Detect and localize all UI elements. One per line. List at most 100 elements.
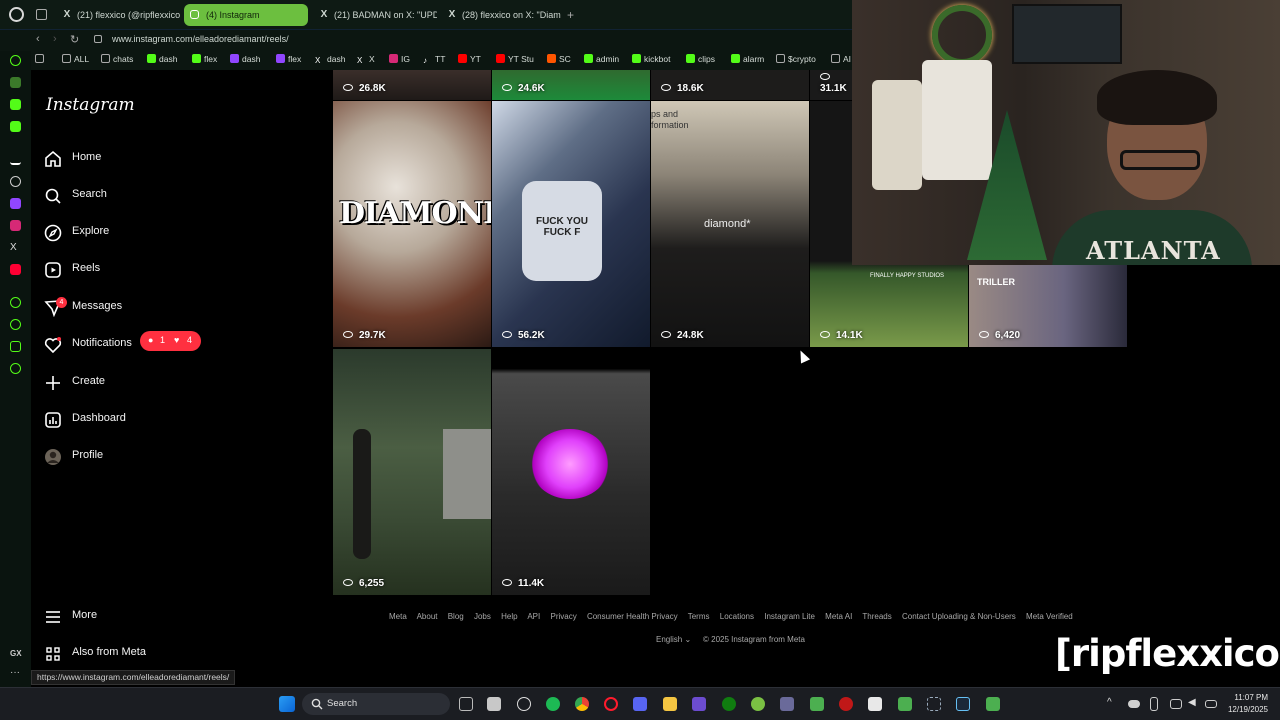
bookmark-ig[interactable]: IG — [389, 54, 410, 64]
notification-bubble[interactable]: ● 1 ♥ 4 — [140, 331, 201, 351]
bookmark-chats[interactable]: chats — [101, 54, 133, 64]
task-view-icon[interactable] — [459, 697, 473, 711]
twitch-icon[interactable] — [10, 198, 21, 209]
bookmark-crypto[interactable]: $crypto — [776, 54, 816, 64]
footer-link[interactable]: Contact Uploading & Non-Users — [902, 612, 1016, 621]
nav-search[interactable]: Search — [44, 185, 244, 207]
reel-tile[interactable]: 24.6K — [492, 70, 650, 100]
nav-home[interactable]: Home — [44, 148, 244, 170]
discord-icon[interactable] — [633, 697, 647, 711]
microphone-icon[interactable] — [1150, 697, 1158, 711]
more-dots-icon[interactable]: ··· — [10, 668, 21, 681]
bookmark-yt[interactable]: YT — [458, 54, 481, 64]
reel-tile[interactable]: 18.6K — [651, 70, 809, 100]
bookmark-flex[interactable]: flex — [192, 54, 217, 64]
history-icon[interactable] — [10, 319, 21, 330]
app-icon[interactable] — [10, 99, 21, 110]
forward-icon[interactable]: › — [53, 33, 57, 45]
app-icon[interactable] — [751, 697, 765, 711]
footer-link[interactable]: Consumer Health Privacy — [587, 612, 678, 621]
footer-link[interactable]: Meta Verified — [1026, 612, 1073, 621]
chatgpt-icon[interactable] — [517, 697, 531, 711]
taskbar-search[interactable] — [302, 693, 450, 715]
reel-tile[interactable]: DIAMOND* 29.7K — [333, 101, 491, 347]
app-icon[interactable] — [692, 697, 706, 711]
footer-link[interactable]: API — [527, 612, 540, 621]
nav-dashboard[interactable]: Dashboard — [44, 409, 244, 431]
footer-link[interactable]: Locations — [720, 612, 754, 621]
player-icon[interactable] — [10, 297, 21, 308]
footer-link[interactable]: Privacy — [550, 612, 576, 621]
footer-link[interactable]: Jobs — [474, 612, 491, 621]
network-icon[interactable] — [1170, 699, 1182, 709]
app-icon[interactable] — [986, 697, 1000, 711]
tab-instagram[interactable]: (4) Instagram — [184, 4, 308, 26]
reel-tile[interactable]: 6,255 — [333, 349, 491, 595]
nav-reels[interactable]: Reels — [44, 259, 244, 281]
tab-island-icon[interactable] — [36, 9, 47, 20]
app-icon[interactable] — [898, 697, 912, 711]
bookmark-dash[interactable]: dash — [147, 54, 177, 64]
app-icon[interactable] — [868, 697, 882, 711]
bookmark-tt[interactable]: ♪ TT — [423, 54, 445, 65]
bookmark-kickbot[interactable]: kickbot — [632, 54, 670, 64]
footer-link[interactable]: Blog — [448, 612, 464, 621]
reel-tile[interactable]: FUCK YOU FUCK F 56.2K — [492, 101, 650, 347]
footer-link[interactable]: Help — [501, 612, 517, 621]
tab-badman[interactable]: X (21) BADMAN on X: "UPD — [312, 4, 437, 26]
spotify-icon[interactable] — [546, 697, 560, 711]
reload-icon[interactable]: ↻ — [70, 33, 79, 46]
youtube-icon[interactable] — [10, 264, 21, 275]
controller-icon[interactable] — [780, 697, 794, 711]
extensions-icon[interactable] — [10, 341, 21, 352]
new-tab-button[interactable]: + — [567, 8, 574, 22]
reel-tile[interactable]: ps and formation diamond* 24.8K — [651, 101, 809, 347]
footer-link[interactable]: Instagram Lite — [764, 612, 815, 621]
steam-icon[interactable] — [956, 697, 970, 711]
app-icon[interactable] — [10, 121, 21, 132]
bookmark-x[interactable]: XX — [357, 54, 375, 65]
bookmark-dash-x[interactable]: Xdash — [315, 54, 345, 65]
volume-icon[interactable]: ◀ — [1188, 697, 1202, 711]
reel-tile[interactable]: TRILLER 6,420 — [969, 265, 1127, 347]
nav-more[interactable]: More — [44, 606, 244, 628]
back-icon[interactable]: ‹ — [36, 33, 40, 45]
nav-messages[interactable]: Messages — [44, 297, 244, 319]
instagram-icon[interactable] — [10, 220, 21, 231]
footer-link[interactable]: Threads — [862, 612, 891, 621]
bookmark-dash-twitch[interactable]: dash — [230, 54, 260, 64]
reel-tile[interactable]: 26.8K — [333, 70, 491, 100]
bookmark-sc[interactable]: SC — [547, 54, 571, 64]
tab-flexxico[interactable]: X (21) flexxico (@ripflexxico — [55, 4, 180, 26]
chrome-icon[interactable] — [575, 697, 589, 711]
bookmark-alarm[interactable]: alarm — [731, 54, 764, 64]
app-icon[interactable] — [10, 77, 21, 88]
language-select[interactable]: English ⌄ — [656, 635, 691, 644]
reel-tile[interactable]: 31.1K — [810, 70, 852, 100]
footer-link[interactable]: About — [417, 612, 438, 621]
bookmark-all[interactable]: ALL — [62, 54, 89, 64]
x-icon[interactable]: X — [10, 242, 21, 253]
tray-chevron-icon[interactable]: ^ — [1107, 697, 1117, 711]
nav-profile[interactable]: Profile — [44, 446, 244, 468]
reel-tile[interactable]: 11.4K — [492, 349, 650, 595]
windows-start-icon[interactable] — [279, 696, 295, 712]
opera-gx-icon[interactable] — [604, 697, 618, 711]
cloud-icon[interactable] — [1128, 700, 1140, 708]
nav-explore[interactable]: Explore — [44, 222, 244, 244]
chatgpt-icon[interactable] — [10, 176, 21, 187]
nav-also-from-meta[interactable]: Also from Meta — [44, 643, 244, 665]
app-icon[interactable] — [487, 697, 501, 711]
bookmark-ai[interactable]: AI — [831, 54, 851, 64]
aria-icon[interactable] — [10, 154, 21, 165]
gx-icon[interactable]: GX — [10, 648, 22, 659]
footer-link[interactable]: Terms — [688, 612, 710, 621]
xbox-icon[interactable] — [722, 697, 736, 711]
opera-logo-icon[interactable] — [9, 7, 24, 22]
refresh-circle-icon[interactable] — [10, 55, 21, 66]
tab-flexxico-diam[interactable]: X (28) flexxico on X: "Diam — [440, 4, 562, 26]
taskbar-date[interactable]: 12/19/2025 — [1216, 705, 1268, 714]
app-icon[interactable] — [927, 697, 941, 711]
taskbar-time[interactable]: 11:07 PM — [1226, 693, 1268, 702]
footer-link[interactable]: Meta — [389, 612, 407, 621]
